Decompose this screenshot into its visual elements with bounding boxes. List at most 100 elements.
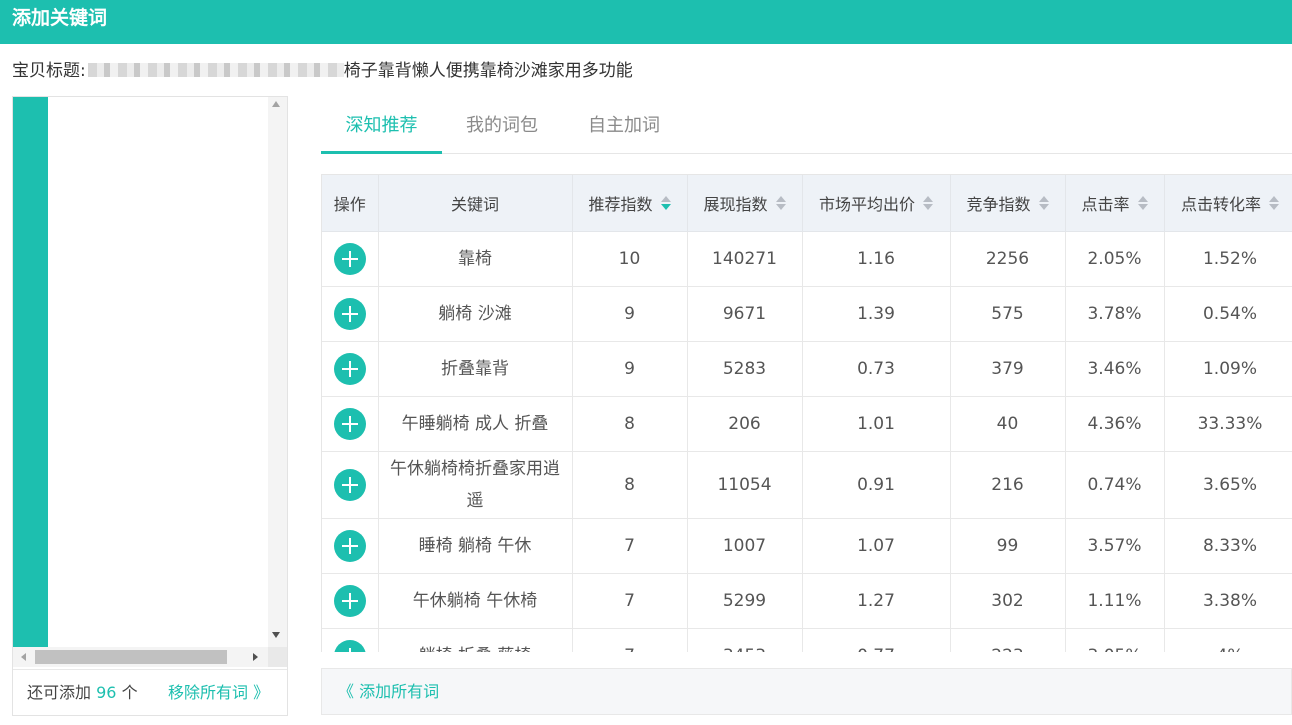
- keyword-cell: 折叠靠背: [378, 341, 573, 397]
- plus-circle-icon[interactable]: [333, 352, 366, 385]
- remaining-prefix: 还可添加: [27, 683, 92, 702]
- plus-circle-icon[interactable]: [333, 584, 366, 617]
- column-header-label: 竞争指数: [966, 194, 1031, 214]
- recommend-index-cell: 9: [572, 341, 688, 397]
- column-header-label: 推荐指数: [588, 194, 653, 214]
- avg-bid-cell: 0.77: [802, 628, 951, 652]
- keyword-table-container[interactable]: 操作 关键词 推荐指数 展现指数 市场平均出价 竞争指数 点击率 点击转化率 靠…: [321, 174, 1292, 652]
- table-row: 午休躺椅 午休椅 7 5299 1.27 302 1.11% 3.38%: [322, 573, 1292, 629]
- recommend-index-cell: 7: [572, 628, 688, 652]
- scroll-down-arrow-icon[interactable]: [272, 632, 280, 638]
- recommend-index-cell: 9: [572, 286, 688, 342]
- plus-circle-icon[interactable]: [333, 297, 366, 330]
- impression-index-cell: 5299: [687, 573, 803, 629]
- add-all-words-link[interactable]: 《 添加所有词: [338, 669, 439, 714]
- table-row: 躺椅 沙滩 9 9671 1.39 575 3.78% 0.54%: [322, 286, 1292, 342]
- impression-index-cell: 140271: [687, 231, 803, 287]
- selected-words-footer: 还可添加 96 个 移除所有词 》: [13, 669, 287, 715]
- scrollbar-corner: [268, 647, 287, 667]
- competition-index-cell: 302: [950, 573, 1066, 629]
- sort-icon[interactable]: [775, 195, 786, 210]
- table-header-row: 操作 关键词 推荐指数 展现指数 市场平均出价 竞争指数 点击率 点击转化率: [322, 175, 1292, 232]
- sort-icon[interactable]: [923, 195, 933, 210]
- column-header-cvr[interactable]: 点击转化率: [1164, 175, 1292, 232]
- plus-circle-icon[interactable]: [333, 529, 366, 562]
- cvr-cell: 8.33%: [1164, 518, 1292, 574]
- vertical-scrollbar[interactable]: [268, 97, 287, 647]
- blurred-title-mosaic: [87, 62, 344, 77]
- competition-index-cell: 2256: [950, 231, 1066, 287]
- table-row: 躺椅 折叠 藤椅 7 3453 0.77 223 3.05% 4%: [322, 628, 1292, 652]
- tab-my-word-pack[interactable]: 我的词包: [449, 98, 555, 154]
- cvr-cell: 1.52%: [1164, 231, 1292, 287]
- avg-bid-cell: 1.01: [802, 396, 951, 452]
- cvr-cell: 3.38%: [1164, 573, 1292, 629]
- remove-all-words-link[interactable]: 移除所有词 》: [168, 670, 269, 716]
- page-title: 添加关键词: [12, 7, 108, 29]
- ctr-cell: 3.46%: [1065, 341, 1165, 397]
- remaining-count-text: 还可添加 96 个: [27, 670, 138, 716]
- ctr-cell: 3.57%: [1065, 518, 1165, 574]
- sort-icon[interactable]: [1137, 195, 1148, 210]
- table-row: 折叠靠背 9 5283 0.73 379 3.46% 1.09%: [322, 341, 1292, 397]
- keyword-cell: 午休躺椅 午休椅: [378, 573, 573, 629]
- ctr-cell: 0.74%: [1065, 451, 1165, 519]
- recommend-index-cell: 10: [572, 231, 688, 287]
- column-header-ctr[interactable]: 点击率: [1065, 175, 1165, 232]
- scroll-up-arrow-icon[interactable]: [272, 101, 280, 107]
- keyword-cell: 躺椅 折叠 藤椅: [378, 628, 573, 652]
- column-header-label: 点击率: [1081, 194, 1130, 214]
- table-row: 午休躺椅椅折叠家用逍遥 8 11054 0.91 216 0.74% 3.65%: [322, 451, 1292, 519]
- sort-icon[interactable]: [1269, 195, 1279, 210]
- impression-index-cell: 5283: [687, 341, 803, 397]
- impression-index-cell: 3453: [687, 628, 803, 652]
- column-header-impression-index[interactable]: 展现指数: [687, 175, 803, 232]
- plus-circle-icon[interactable]: [333, 639, 366, 652]
- avg-bid-cell: 1.07: [802, 518, 951, 574]
- plus-circle-icon[interactable]: [333, 407, 366, 440]
- recommend-index-cell: 8: [572, 396, 688, 452]
- ctr-cell: 4.36%: [1065, 396, 1165, 452]
- tab-recommend[interactable]: 深知推荐: [321, 98, 442, 154]
- ctr-cell: 3.78%: [1065, 286, 1165, 342]
- remaining-suffix: 个: [121, 683, 138, 702]
- column-header-competition-index[interactable]: 竞争指数: [950, 175, 1066, 232]
- impression-index-cell: 206: [687, 396, 803, 452]
- horizontal-scrollbar[interactable]: [13, 647, 268, 667]
- scroll-left-arrow-icon[interactable]: [21, 653, 26, 661]
- column-header-avg-bid[interactable]: 市场平均出价: [802, 175, 951, 232]
- competition-index-cell: 575: [950, 286, 1066, 342]
- keyword-cell: 午睡躺椅 成人 折叠: [378, 396, 573, 452]
- keyword-cell: 靠椅: [378, 231, 573, 287]
- avg-bid-cell: 0.91: [802, 451, 951, 519]
- table-row: 午睡躺椅 成人 折叠 8 206 1.01 40 4.36% 33.33%: [322, 396, 1292, 452]
- plus-circle-icon[interactable]: [333, 468, 366, 501]
- ctr-cell: 1.11%: [1065, 573, 1165, 629]
- cvr-cell: 4%: [1164, 628, 1292, 652]
- item-title-label: 宝贝标题:: [12, 61, 86, 81]
- scroll-right-arrow-icon[interactable]: [253, 653, 258, 661]
- tab-custom-add[interactable]: 自主加词: [571, 98, 677, 154]
- competition-index-cell: 379: [950, 341, 1066, 397]
- avg-bid-cell: 1.27: [802, 573, 951, 629]
- keyword-source-tabs: 深知推荐 我的词包 自主加词: [321, 98, 1292, 154]
- keyword-cell: 躺椅 沙滩: [378, 286, 573, 342]
- selected-words-list: [13, 97, 287, 667]
- sort-icon[interactable]: [660, 195, 671, 210]
- table-row: 靠椅 10 140271 1.16 2256 2.05% 1.52%: [322, 231, 1292, 287]
- competition-index-cell: 216: [950, 451, 1066, 519]
- cvr-cell: 33.33%: [1164, 396, 1292, 452]
- competition-index-cell: 223: [950, 628, 1066, 652]
- column-header-label: 展现指数: [703, 194, 768, 214]
- item-title-text: 椅子靠背懒人便携靠椅沙滩家用多功能: [343, 61, 633, 81]
- impression-index-cell: 1007: [687, 518, 803, 574]
- cvr-cell: 3.65%: [1164, 451, 1292, 519]
- horizontal-scroll-thumb[interactable]: [35, 650, 227, 664]
- ctr-cell: 3.05%: [1065, 628, 1165, 652]
- recommend-index-cell: 7: [572, 518, 688, 574]
- column-header-recommend-index[interactable]: 推荐指数: [572, 175, 688, 232]
- plus-circle-icon[interactable]: [333, 242, 366, 275]
- page-header: 添加关键词: [0, 0, 1292, 44]
- sort-icon[interactable]: [1038, 195, 1049, 210]
- ctr-cell: 2.05%: [1065, 231, 1165, 287]
